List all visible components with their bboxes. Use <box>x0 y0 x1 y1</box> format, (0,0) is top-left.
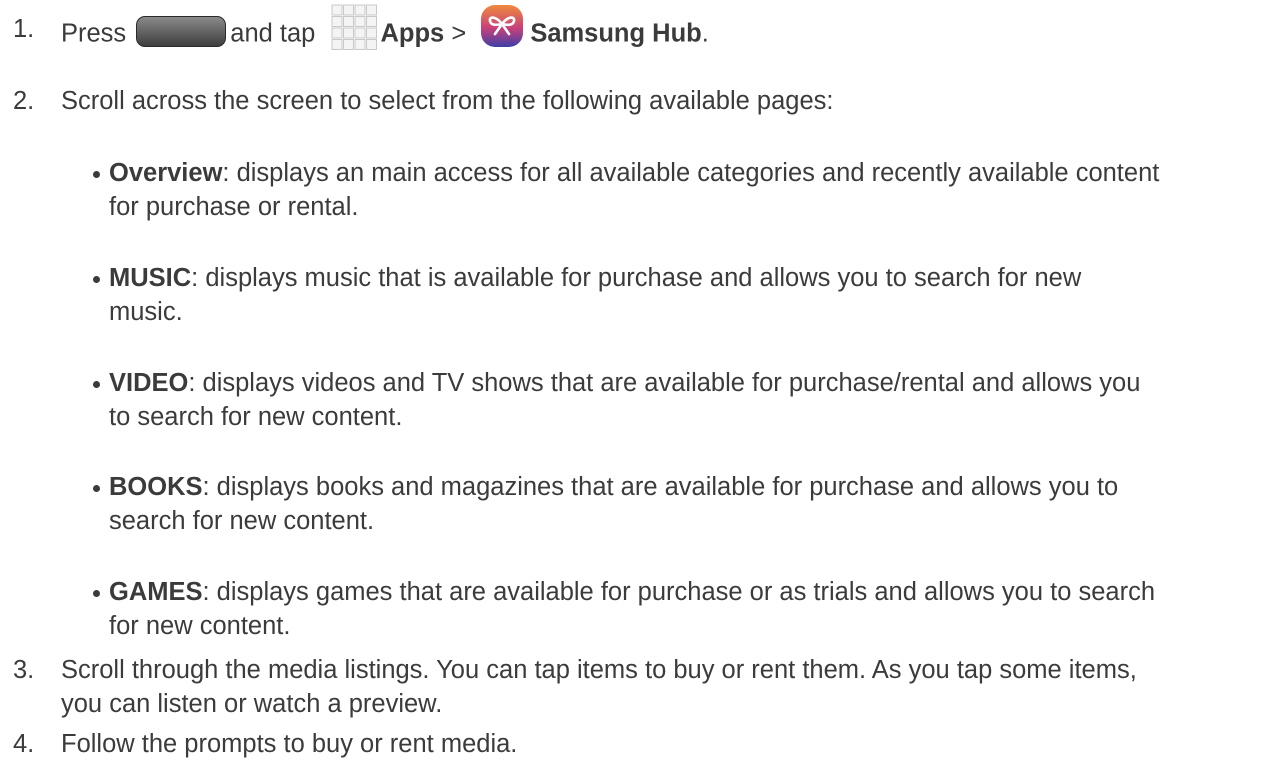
step-text-line2: you can listen or watch a preview. <box>61 690 443 718</box>
step-number: 4. <box>13 730 35 758</box>
list-item-text: VIDEO: displays videos and TV shows that… <box>109 366 1259 434</box>
bullet-dot <box>93 590 100 597</box>
period: . <box>701 19 709 48</box>
step-text: Follow the prompts to buy or rent media. <box>61 730 518 758</box>
page-desc-line1: : displays an main access for all availa… <box>222 159 1160 187</box>
page-term: GAMES <box>109 578 203 606</box>
list-item-text: Overview: displays an main access for al… <box>109 156 1259 224</box>
home-key-icon <box>136 15 227 47</box>
list-item-text: MUSIC: displays music that is available … <box>109 261 1259 329</box>
bullet-dot <box>93 171 100 178</box>
samsung-hub-icon <box>481 5 524 47</box>
page-term: MUSIC <box>109 264 192 292</box>
samsung-hub-label: Samsung Hub <box>530 19 702 48</box>
step-text: Scroll across the screen to select from … <box>61 87 834 115</box>
list-item-text: BOOKS: displays books and magazines that… <box>109 470 1259 538</box>
step-text: Scroll through the media listings. You c… <box>61 653 1251 721</box>
press-label: Press <box>61 19 127 48</box>
list-item-text: GAMES: displays games that are available… <box>109 575 1259 643</box>
page-desc-line2: search for new content. <box>109 507 375 535</box>
and-tap-label: and tap <box>230 19 316 48</box>
bullet-dot <box>93 485 100 492</box>
bullet-dot <box>93 381 100 388</box>
step-text-line1: Scroll through the media listings. You c… <box>61 656 1137 684</box>
page-desc-line1: : displays books and magazines that are … <box>202 473 1119 501</box>
apps-grid-icon <box>331 4 378 50</box>
bullet-dot <box>93 276 100 283</box>
page-term: VIDEO <box>109 369 189 397</box>
step-number: 2. <box>13 87 35 115</box>
page-desc-line1: : displays music that is available for p… <box>191 264 1082 292</box>
page-desc-line2: music. <box>109 298 183 326</box>
separator: > <box>451 19 467 48</box>
page-desc-line2: for purchase or rental. <box>109 193 359 221</box>
page-desc-line1: : displays games that are available for … <box>202 578 1156 606</box>
step-text: Press and tap Apps > Samsung Hub. <box>61 4 1251 58</box>
page-desc-line2: to search for new content. <box>109 403 403 431</box>
page-desc-line2: for new content. <box>109 612 291 640</box>
step-number: 1. <box>13 15 35 43</box>
step-number: 3. <box>13 656 35 684</box>
page-term: BOOKS <box>109 473 203 501</box>
page-term: Overview <box>109 159 223 187</box>
page-desc-line1: : displays videos and TV shows that are … <box>188 369 1141 397</box>
apps-label: Apps <box>380 19 445 48</box>
